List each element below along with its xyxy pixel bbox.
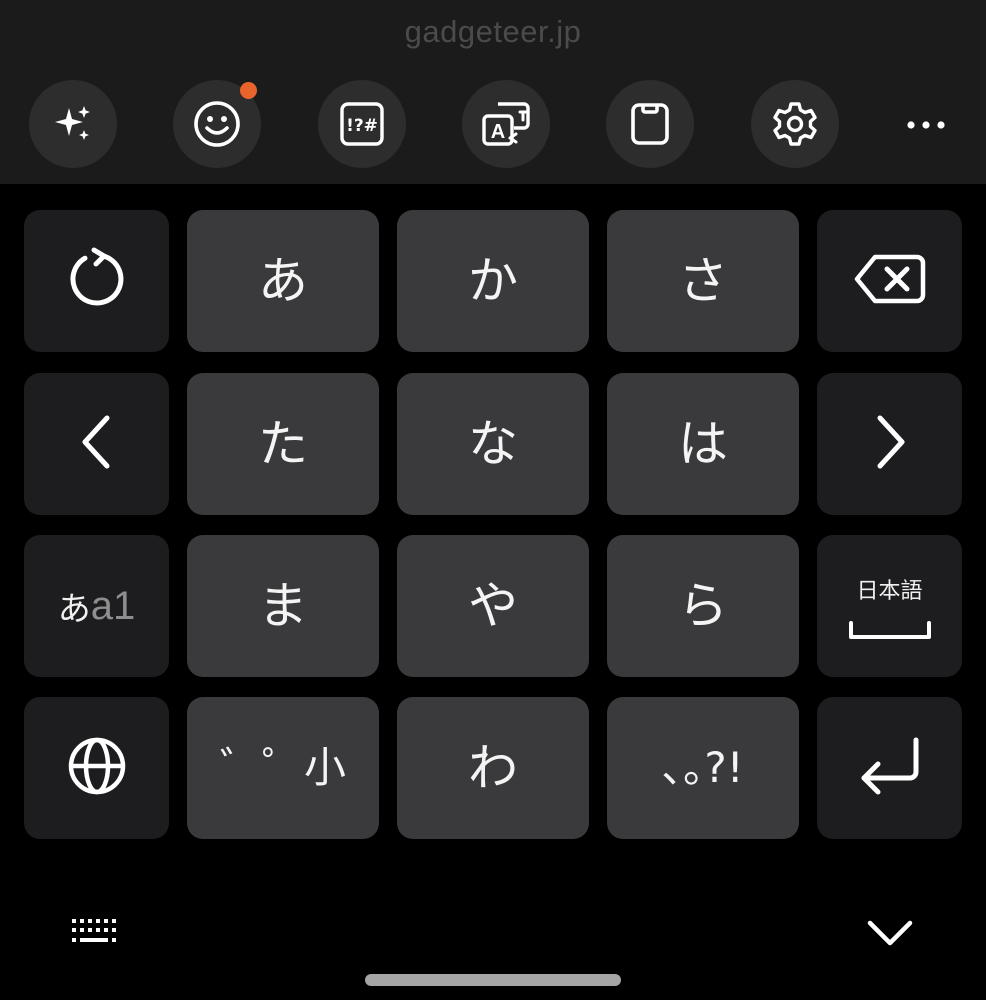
backspace-key[interactable] — [817, 210, 962, 352]
symbols-button[interactable]: !?# — [318, 80, 406, 168]
chevron-down-icon — [866, 917, 914, 951]
key-ra[interactable]: ら — [607, 535, 799, 677]
key-ma[interactable]: ま — [187, 535, 379, 677]
ai-tools-button[interactable] — [29, 80, 117, 168]
undo-icon — [65, 247, 129, 315]
mode-label-kana: あ — [57, 589, 91, 628]
key-label: さ — [678, 252, 728, 310]
mode-switch-key[interactable]: あ a1 — [24, 535, 169, 677]
key-punctuation[interactable]: ､｡?! — [607, 697, 799, 839]
notification-dot — [240, 82, 257, 99]
key-label: た — [258, 415, 308, 473]
key-ta[interactable]: た — [187, 373, 379, 515]
mode-label-alnum: a1 — [90, 583, 136, 628]
key-label: わ — [468, 739, 518, 797]
key-label: や — [468, 577, 518, 635]
clipboard-button[interactable] — [606, 80, 694, 168]
backspace-icon — [853, 253, 927, 309]
key-dakuten-small[interactable]: ゛゜小 — [187, 697, 379, 839]
smiley-icon — [192, 99, 242, 149]
cursor-right-key[interactable] — [817, 373, 962, 515]
key-label: ゛゜小 — [219, 743, 346, 792]
language-key[interactable] — [24, 697, 169, 839]
enter-key[interactable] — [817, 697, 962, 839]
home-indicator[interactable] — [365, 974, 621, 986]
translate-button[interactable]: A — [462, 80, 550, 168]
key-label: あ — [258, 252, 308, 310]
chevron-left-icon — [77, 414, 117, 474]
key-na[interactable]: な — [397, 373, 589, 515]
sparkles-icon — [51, 102, 95, 146]
key-label: な — [468, 415, 518, 473]
key-label: ､｡?! — [662, 743, 744, 792]
key-wa[interactable]: わ — [397, 697, 589, 839]
watermark: gadgeteer.jp — [404, 14, 582, 49]
space-key[interactable]: 日本語 — [817, 535, 962, 677]
key-a[interactable]: あ — [187, 210, 379, 352]
key-label: ら — [678, 577, 728, 635]
key-sa[interactable]: さ — [607, 210, 799, 352]
undo-key[interactable] — [24, 210, 169, 352]
space-bar-icon — [847, 619, 933, 647]
more-button[interactable] — [888, 80, 964, 168]
clipboard-icon — [628, 101, 672, 147]
svg-text:A: A — [491, 121, 505, 143]
translate-icon: A — [480, 100, 532, 148]
svg-text:!?#: !?# — [346, 116, 378, 136]
gear-icon — [771, 100, 819, 148]
key-label: か — [468, 252, 518, 310]
key-label: ま — [258, 577, 308, 635]
keyboard-icon — [70, 917, 122, 951]
keyboard-switch-button[interactable] — [60, 906, 132, 962]
more-horizontal-icon — [906, 115, 946, 134]
hide-keyboard-button[interactable] — [856, 906, 924, 962]
space-key-label: 日本語 — [856, 579, 923, 604]
globe-icon — [67, 736, 127, 800]
key-label: は — [678, 415, 728, 473]
chevron-right-icon — [870, 414, 910, 474]
cursor-left-key[interactable] — [24, 373, 169, 515]
symbols-icon: !?# — [339, 101, 385, 147]
key-ka[interactable]: か — [397, 210, 589, 352]
key-ha[interactable]: は — [607, 373, 799, 515]
enter-arrow-icon — [854, 734, 926, 802]
settings-button[interactable] — [751, 80, 839, 168]
key-ya[interactable]: や — [397, 535, 589, 677]
